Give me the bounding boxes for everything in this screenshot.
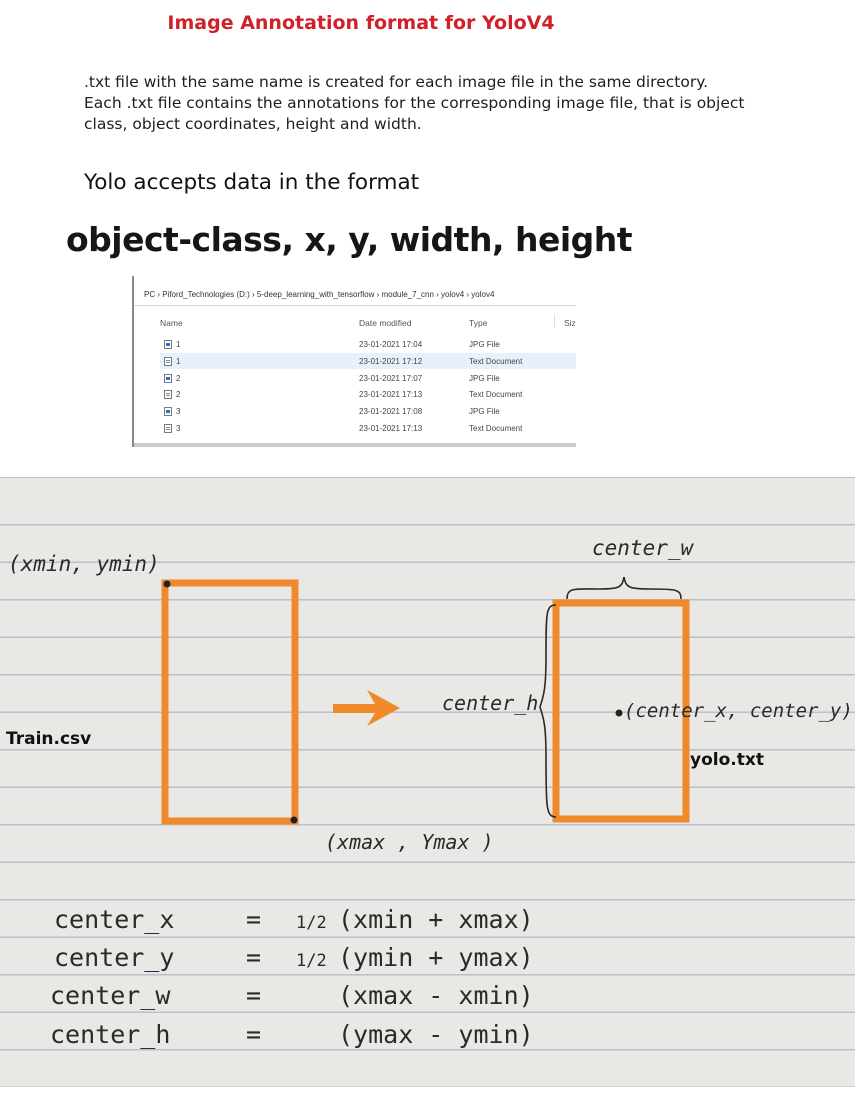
file-name: 2 <box>176 390 181 399</box>
description-line: .txt file with the same name is created … <box>84 73 709 91</box>
notebook-photo: (xmin, ymin) (xmax , Ymax ) center_w cen… <box>0 477 855 1087</box>
max-corner-point <box>290 816 298 824</box>
file-row[interactable]: 2 23-01-2021 17:13 Text Document <box>160 386 576 402</box>
file-explorer-screenshot: PC › Piford_Technologies (D:) › 5-deep_l… <box>132 276 576 447</box>
formula-row: center_w = (xmax - xmin) <box>50 981 534 1010</box>
file-type: JPG File <box>469 374 500 383</box>
file-date: 23-01-2021 17:08 <box>359 407 423 416</box>
center-w-label: center_w <box>592 536 695 560</box>
file-type: JPG File <box>469 340 500 349</box>
center-h-label: center_h <box>442 691 538 715</box>
formula-fraction: 1/2 <box>296 951 327 971</box>
file-row[interactable]: 3 23-01-2021 17:08 JPG File <box>160 403 576 419</box>
formula-lhs: center_y <box>54 943 174 972</box>
file-date: 23-01-2021 17:13 <box>359 424 423 433</box>
breadcrumb-divider <box>134 305 576 306</box>
formula-rhs: (ymin + ymax) <box>338 943 534 972</box>
file-type: Text Document <box>469 357 523 366</box>
train-csv-label: Train.csv <box>6 729 92 749</box>
description-line: Each .txt file contains the annotations … <box>84 94 745 112</box>
formula-equals: = <box>246 981 261 1010</box>
formula-rhs: (xmin + xmax) <box>338 905 534 934</box>
column-header-size[interactable]: Size <box>564 318 576 328</box>
bounding-box-diagram: (xmin, ymin) (xmax , Ymax ) center_w cen… <box>8 536 853 1049</box>
formula-row: center_x = 1/2 (xmin + xmax) <box>54 905 534 934</box>
formula-row: center_h = (ymax - ymin) <box>50 1020 534 1049</box>
file-name: 1 <box>176 357 181 366</box>
formula-lhs: center_x <box>54 905 174 934</box>
formula-equals: = <box>246 905 261 934</box>
min-corner-point <box>163 580 171 588</box>
file-row[interactable]: 1 23-01-2021 17:12 Text Document <box>160 353 576 369</box>
breadcrumb[interactable]: PC › Piford_Technologies (D:) › 5-deep_l… <box>144 290 494 299</box>
file-type: JPG File <box>469 407 500 416</box>
image-file-icon <box>164 374 172 383</box>
file-date: 23-01-2021 17:04 <box>359 340 423 349</box>
center-point-label: (center_x, center_y) <box>624 700 853 722</box>
file-date: 23-01-2021 17:07 <box>359 374 423 383</box>
formula-rhs: (ymax - ymin) <box>338 1020 534 1049</box>
file-name: 1 <box>176 340 181 349</box>
column-divider[interactable] <box>554 314 555 328</box>
file-date: 23-01-2021 17:12 <box>359 357 423 366</box>
file-type: Text Document <box>469 424 523 433</box>
formula-equals: = <box>246 1020 261 1049</box>
min-corner-label: (xmin, ymin) <box>8 552 160 576</box>
file-date: 23-01-2021 17:13 <box>359 390 423 399</box>
width-brace <box>566 576 682 600</box>
column-header-type[interactable]: Type <box>469 318 487 328</box>
arrow-icon <box>333 690 400 726</box>
formula-lhs: center_h <box>50 1020 170 1049</box>
file-name: 3 <box>176 424 181 433</box>
text-file-icon <box>164 390 172 399</box>
formula-fraction: 1/2 <box>296 913 327 933</box>
image-file-icon <box>164 340 172 349</box>
file-row[interactable]: 1 23-01-2021 17:04 JPG File <box>160 336 576 352</box>
formula-rhs: (xmax - xmin) <box>338 981 534 1010</box>
page-title: Image Annotation format for YoloV4 <box>167 12 555 34</box>
explorer-bottom-strip <box>134 443 576 447</box>
description: .txt file with the same name is created … <box>84 72 784 135</box>
formula-lhs: center_w <box>50 981 171 1010</box>
column-header-name[interactable]: Name <box>160 318 183 328</box>
formula-row: center_y = 1/2 (ymin + ymax) <box>54 943 534 972</box>
accepts-text: Yolo accepts data in the format <box>84 170 420 195</box>
yolo-txt-label: yolo.txt <box>690 750 764 770</box>
file-row[interactable]: 3 23-01-2021 17:13 Text Document <box>160 420 576 436</box>
max-corner-label: (xmax , Ymax ) <box>325 830 494 854</box>
file-row[interactable]: 2 23-01-2021 17:07 JPG File <box>160 370 576 386</box>
source-bounding-box <box>161 579 299 825</box>
file-type: Text Document <box>469 390 523 399</box>
format-text: object-class, x, y, width, height <box>66 220 633 259</box>
center-point <box>615 709 623 717</box>
description-line: class, object coordinates, height and wi… <box>84 115 422 133</box>
formula-equals: = <box>246 943 261 972</box>
file-name: 2 <box>176 374 181 383</box>
file-name: 3 <box>176 407 181 416</box>
text-file-icon <box>164 357 172 366</box>
column-header-date[interactable]: Date modified <box>359 318 411 328</box>
image-file-icon <box>164 407 172 416</box>
text-file-icon <box>164 424 172 433</box>
